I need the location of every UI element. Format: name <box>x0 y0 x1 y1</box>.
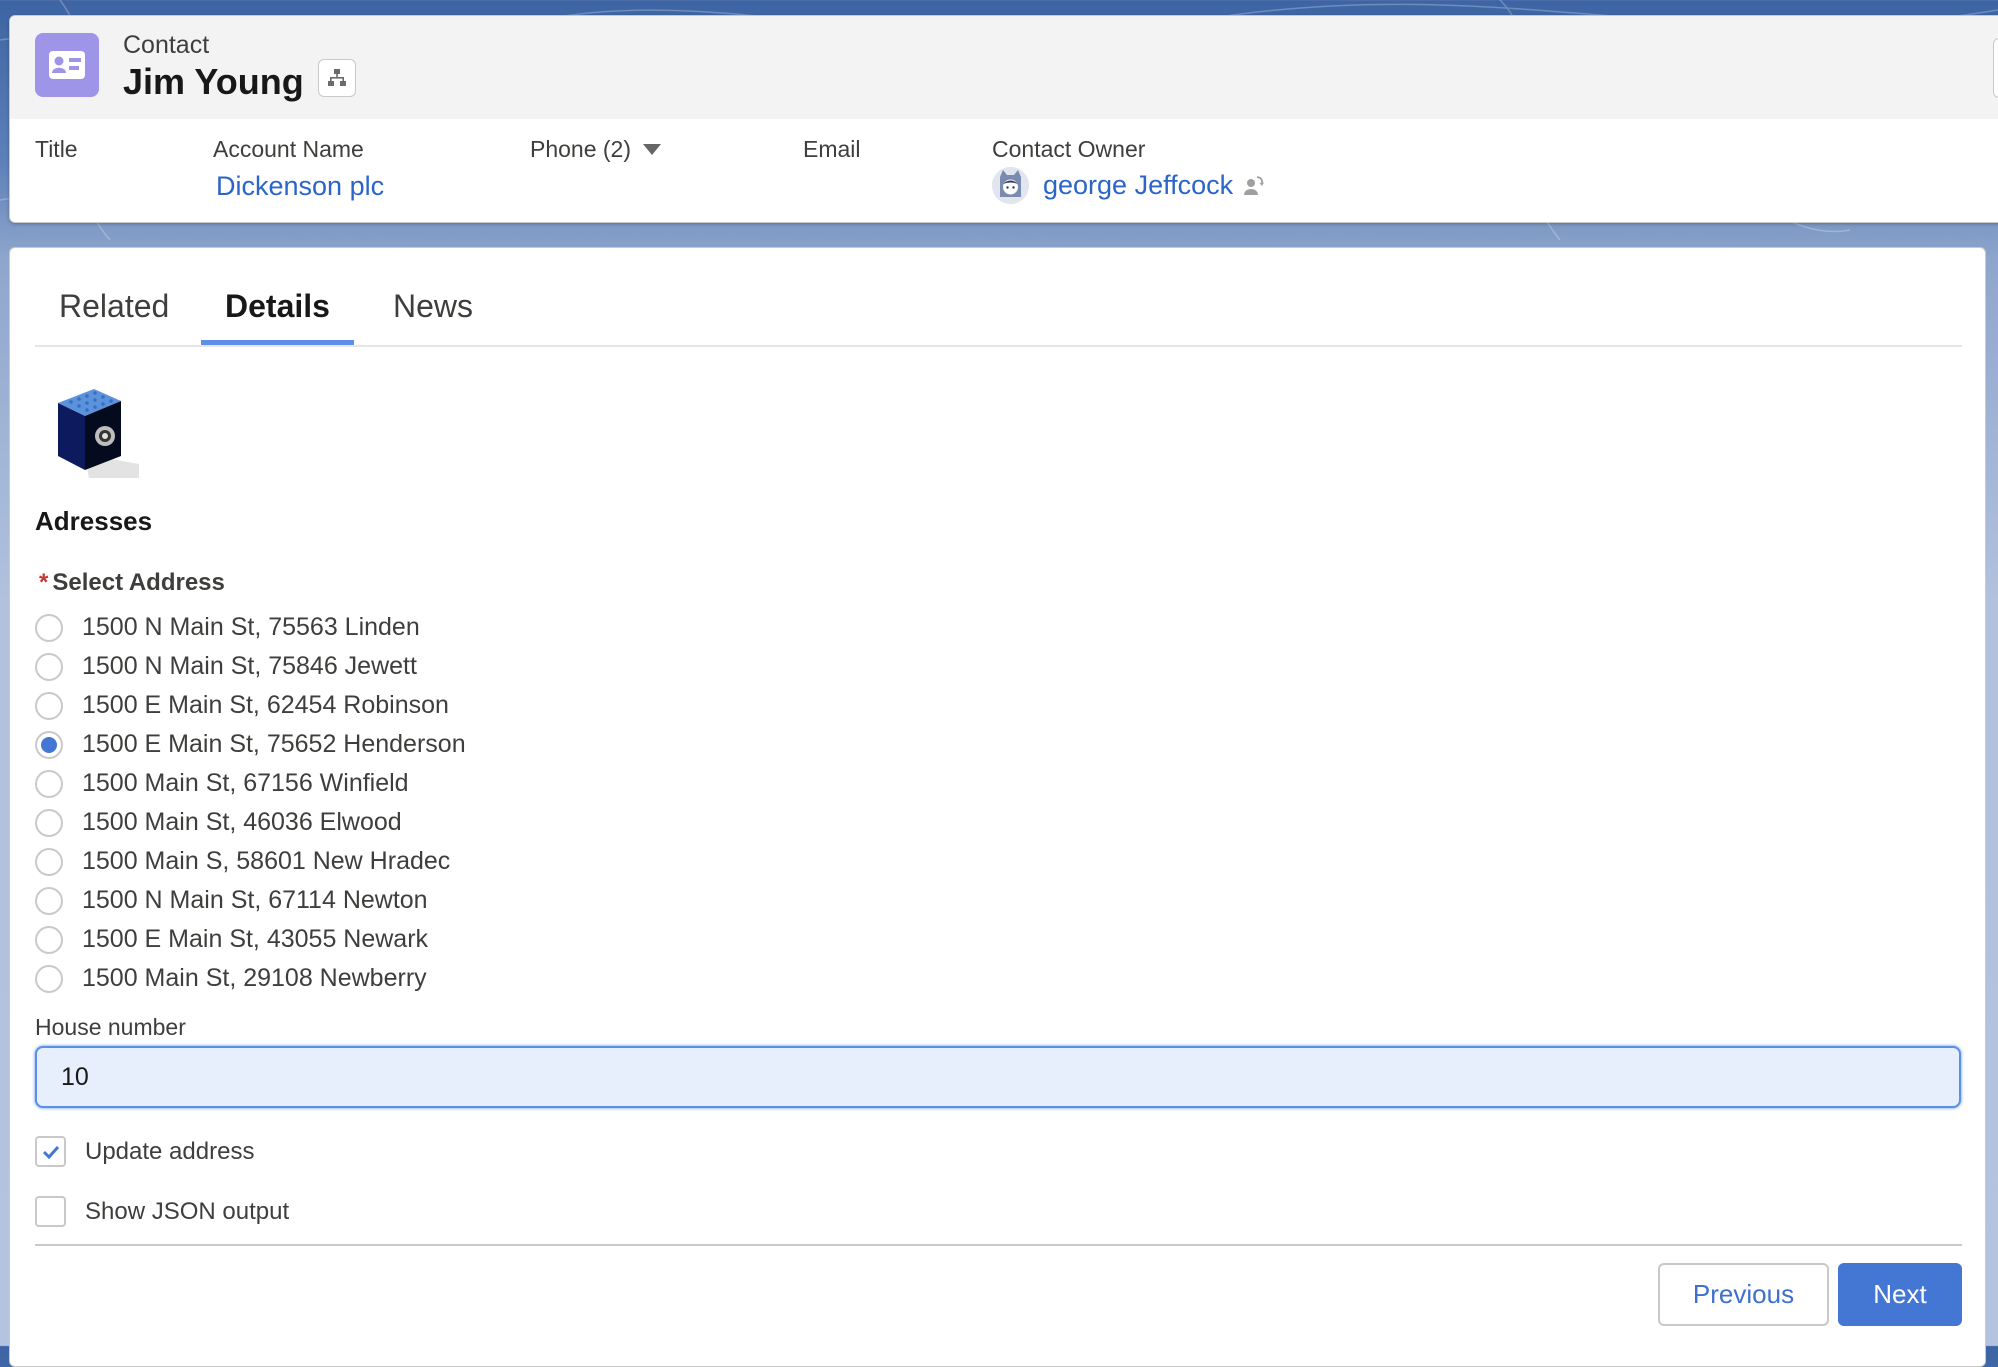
view-hierarchy-button[interactable] <box>318 59 356 97</box>
radio-label: 1500 E Main St, 43055 Newark <box>82 925 429 953</box>
account-name-link[interactable]: Dickenson plc <box>216 171 384 202</box>
address-option[interactable]: 1500 E Main St, 43055 Newark <box>35 920 466 959</box>
checkmark-icon <box>42 1145 59 1159</box>
cube-logo-icon <box>58 389 139 478</box>
radio-button[interactable] <box>35 730 63 759</box>
field-title: Title <box>35 136 78 163</box>
footer-divider <box>35 1244 1962 1246</box>
update-address-checkbox-row[interactable]: Update address <box>35 1136 254 1167</box>
next-button[interactable]: Next <box>1838 1263 1962 1326</box>
change-owner-icon[interactable] <box>1243 175 1265 197</box>
house-number-label: House number <box>35 1014 186 1040</box>
field-account-name: Account Name Dickenson plc <box>213 136 384 202</box>
header-action-button[interactable] <box>1993 38 1998 98</box>
address-option[interactable]: 1500 Main St, 29108 Newberry <box>35 959 466 998</box>
address-option[interactable]: 1500 Main St, 67156 Winfield <box>35 764 466 803</box>
hierarchy-icon <box>328 69 346 86</box>
radio-label: 1500 Main S, 58601 New Hradec <box>82 847 451 875</box>
tab-details[interactable]: Details <box>201 288 354 345</box>
field-label: Phone (2) <box>530 136 632 162</box>
record-name: Jim Young <box>123 61 304 102</box>
previous-button[interactable]: Previous <box>1658 1263 1829 1326</box>
phone-dropdown-icon[interactable] <box>643 144 662 155</box>
radio-button[interactable] <box>35 925 63 954</box>
tab-related[interactable]: Related <box>35 288 193 343</box>
radio-label: 1500 E Main St, 75652 Henderson <box>82 730 466 758</box>
radio-label: 1500 Main St, 67156 Winfield <box>82 769 409 797</box>
radio-button[interactable] <box>35 691 63 720</box>
object-type-label: Contact <box>123 31 210 59</box>
update-address-checkbox[interactable] <box>35 1136 66 1167</box>
field-label: Contact Owner <box>992 136 1146 162</box>
address-option[interactable]: 1500 N Main St, 67114 Newton <box>35 881 466 920</box>
section-title: Adresses <box>35 506 153 536</box>
contact-card-icon <box>35 33 99 97</box>
radio-button[interactable] <box>35 652 63 681</box>
address-radio-group: 1500 N Main St, 75563 Linden 1500 N Main… <box>35 608 466 998</box>
radio-button[interactable] <box>35 964 63 993</box>
field-phone: Phone (2) <box>530 136 662 163</box>
house-number-input[interactable] <box>35 1046 1961 1108</box>
tab-bar: Related Details News <box>35 248 1962 347</box>
radio-label: 1500 N Main St, 75563 Linden <box>82 613 420 641</box>
show-json-checkbox-row[interactable]: Show JSON output <box>35 1196 289 1227</box>
contact-owner-link[interactable]: george Jeffcock <box>1043 170 1233 201</box>
record-header: Contact Jim Young Title Account Name Dic… <box>9 15 1998 223</box>
checkbox-label: Update address <box>85 1137 255 1165</box>
address-option[interactable]: 1500 E Main St, 75652 Henderson <box>35 725 466 764</box>
radio-label: 1500 N Main St, 75846 Jewett <box>82 652 417 680</box>
radio-label: 1500 E Main St, 62454 Robinson <box>82 691 449 719</box>
field-contact-owner: Contact Owner george Jeffcock <box>992 136 1265 204</box>
radio-button[interactable] <box>35 808 63 837</box>
required-marker: * <box>39 569 49 596</box>
radio-button[interactable] <box>35 847 63 876</box>
radio-button[interactable] <box>35 769 63 798</box>
select-address-label: * Select Address <box>39 569 225 597</box>
tab-news[interactable]: News <box>369 288 497 343</box>
radio-button[interactable] <box>35 613 63 642</box>
radio-label: 1500 N Main St, 67114 Newton <box>82 886 428 914</box>
field-label: Title <box>35 136 78 162</box>
radio-button[interactable] <box>35 886 63 915</box>
address-option[interactable]: 1500 E Main St, 62454 Robinson <box>35 686 466 725</box>
select-address-text: Select Address <box>52 569 225 596</box>
radio-label: 1500 Main St, 29108 Newberry <box>82 964 427 992</box>
show-json-checkbox[interactable] <box>35 1196 66 1227</box>
field-label: Account Name <box>213 136 364 162</box>
radio-label: 1500 Main St, 46036 Elwood <box>82 808 402 836</box>
record-header-top: Contact Jim Young <box>10 16 1998 119</box>
field-label: Email <box>803 136 861 162</box>
address-option[interactable]: 1500 Main S, 58601 New Hradec <box>35 842 466 881</box>
field-email: Email <box>803 136 861 163</box>
address-option[interactable]: 1500 N Main St, 75846 Jewett <box>35 647 466 686</box>
details-panel: Related Details News Adresses * Select Ad… <box>9 247 1986 1367</box>
address-option[interactable]: 1500 N Main St, 75563 Linden <box>35 608 466 647</box>
address-option[interactable]: 1500 Main St, 46036 Elwood <box>35 803 466 842</box>
checkbox-label: Show JSON output <box>85 1197 290 1225</box>
owner-avatar <box>992 167 1029 204</box>
